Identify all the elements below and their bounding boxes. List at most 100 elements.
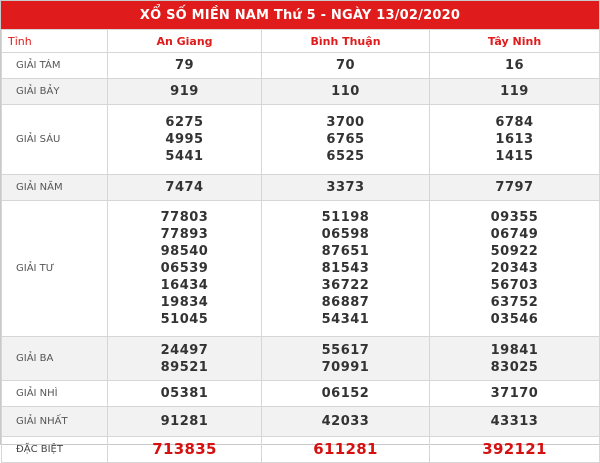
winning-number: 06749: [490, 227, 539, 242]
column-header-tay-ninh: Tây Ninh: [429, 29, 600, 53]
result-cell-tay-ninh: 7797: [429, 174, 600, 201]
winning-number: 50922: [490, 244, 539, 259]
winning-number: 392121: [482, 440, 547, 458]
winning-number: 16434: [160, 278, 209, 293]
result-cell-an-giang: 7474: [107, 174, 262, 201]
result-cell-an-giang: 77803 77893 98540 06539 16434 19834 51045: [107, 200, 262, 337]
winning-number: 43313: [490, 414, 539, 429]
winning-number: 7474: [165, 180, 204, 195]
winning-number: 55617: [321, 342, 370, 358]
prize-label: GIẢI NHẤT: [1, 406, 108, 437]
winning-number: 86887: [321, 295, 370, 310]
prize-row-giai-tam: GIẢI TÁM 79 70 16: [1, 52, 600, 79]
result-cell-binh-thuan: 06152: [261, 380, 430, 407]
prize-row-giai-sau: GIẢI SÁU 6275 4995 5441 3700 6765 6525 6784 1613…: [1, 104, 600, 175]
result-cell-an-giang: 05381: [107, 380, 262, 407]
winning-number: 19841: [490, 342, 539, 358]
winning-number: 03546: [490, 312, 539, 327]
winning-number: 713835: [152, 440, 217, 458]
result-cell-tay-ninh: 09355 06749 50922 20343 56703 63752 03546: [429, 200, 600, 337]
winning-number: 83025: [490, 359, 539, 375]
lottery-results-panel: XỔ SỐ MIỀN NAM Thứ 5 - NGÀY 13/02/2020 T…: [0, 0, 600, 463]
column-header-province: Tỉnh: [1, 29, 108, 53]
winning-number: 77893: [160, 227, 209, 242]
winning-number: 54341: [321, 312, 370, 327]
winning-number: 16: [504, 58, 525, 73]
winning-number: 79: [174, 58, 195, 73]
result-cell-binh-thuan: 55617 70991: [261, 336, 430, 381]
prize-row-dac-biet: ĐẶC BIỆT 713835 611281 392121: [1, 436, 600, 463]
result-cell-an-giang: 919: [107, 78, 262, 105]
winning-number: 4995: [165, 132, 204, 147]
winning-number: 119: [500, 84, 529, 99]
winning-number: 06539: [160, 261, 209, 276]
prize-label: GIẢI BA: [1, 336, 108, 381]
prize-label: GIẢI TÁM: [1, 52, 108, 79]
winning-number: 37170: [490, 386, 539, 401]
winning-number: 91281: [160, 414, 209, 429]
winning-number: 56703: [490, 278, 539, 293]
result-cell-binh-thuan: 42033: [261, 406, 430, 437]
result-cell-an-giang: 24497 89521: [107, 336, 262, 381]
result-cell-tay-ninh: 19841 83025: [429, 336, 600, 381]
winning-number: 87651: [321, 244, 370, 259]
result-cell-tay-ninh: 6784 1613 1415: [429, 104, 600, 175]
prize-row-giai-nhi: GIẢI NHÌ 05381 06152 37170: [1, 380, 600, 407]
winning-number: 70: [335, 58, 356, 73]
winning-number: 24497: [160, 342, 209, 358]
winning-number: 6784: [495, 115, 534, 130]
prize-row-giai-tu: GIẢI TƯ 77803 77893 98540 06539 16434 19834 510…: [1, 200, 600, 337]
result-cell-tay-ninh: 392121: [429, 436, 600, 463]
winning-number: 05381: [160, 386, 209, 401]
winning-number: 3700: [326, 115, 365, 130]
winning-number: 89521: [160, 359, 209, 375]
result-cell-an-giang: 79: [107, 52, 262, 79]
winning-number: 98540: [160, 244, 209, 259]
result-cell-an-giang: 713835: [107, 436, 262, 463]
winning-number: 77803: [160, 210, 209, 225]
winning-number: 51198: [321, 210, 370, 225]
winning-number: 06598: [321, 227, 370, 242]
results-title: XỔ SỐ MIỀN NAM Thứ 5 - NGÀY 13/02/2020: [1, 1, 599, 29]
winning-number: 09355: [490, 210, 539, 225]
winning-number: 42033: [321, 414, 370, 429]
column-header-binh-thuan: Bình Thuận: [261, 29, 430, 53]
prize-row-giai-nam: GIẢI NĂM 7474 3373 7797: [1, 174, 600, 201]
result-cell-binh-thuan: 3373: [261, 174, 430, 201]
winning-number: 110: [331, 84, 360, 99]
winning-number: 6525: [326, 149, 365, 164]
result-cell-tay-ninh: 37170: [429, 380, 600, 407]
winning-number: 63752: [490, 295, 539, 310]
prize-row-giai-bay: GIẢI BẢY 919 110 119: [1, 78, 600, 105]
result-cell-an-giang: 91281: [107, 406, 262, 437]
result-cell-tay-ninh: 119: [429, 78, 600, 105]
winning-number: 19834: [160, 295, 209, 310]
winning-number: 06152: [321, 386, 370, 401]
result-cell-an-giang: 6275 4995 5441: [107, 104, 262, 175]
winning-number: 6275: [165, 115, 204, 130]
result-cell-tay-ninh: 43313: [429, 406, 600, 437]
winning-number: 70991: [321, 359, 370, 375]
winning-number: 611281: [313, 440, 378, 458]
prize-row-giai-nhat: GIẢI NHẤT 91281 42033 43313: [1, 406, 600, 437]
winning-number: 7797: [495, 180, 534, 195]
table-header-row: Tỉnh An Giang Bình Thuận Tây Ninh: [1, 29, 600, 53]
winning-number: 51045: [160, 312, 209, 327]
winning-number: 20343: [490, 261, 539, 276]
prize-label: GIẢI BẢY: [1, 78, 108, 105]
result-cell-binh-thuan: 611281: [261, 436, 430, 463]
winning-number: 81543: [321, 261, 370, 276]
result-cell-binh-thuan: 3700 6765 6525: [261, 104, 430, 175]
winning-number: 36722: [321, 278, 370, 293]
result-cell-binh-thuan: 51198 06598 87651 81543 36722 86887 54341: [261, 200, 430, 337]
prize-label: GIẢI SÁU: [1, 104, 108, 175]
results-table: Tỉnh An Giang Bình Thuận Tây Ninh GIẢI T…: [1, 29, 600, 463]
prize-label: GIẢI NHÌ: [1, 380, 108, 407]
winning-number: 5441: [165, 149, 204, 164]
result-cell-tay-ninh: 16: [429, 52, 600, 79]
prize-label: ĐẶC BIỆT: [1, 436, 108, 463]
prize-label: GIẢI TƯ: [1, 200, 108, 337]
winning-number: 3373: [326, 180, 365, 195]
prize-row-giai-ba: GIẢI BA 24497 89521 55617 70991 19841 83025: [1, 336, 600, 381]
winning-number: 919: [170, 84, 199, 99]
